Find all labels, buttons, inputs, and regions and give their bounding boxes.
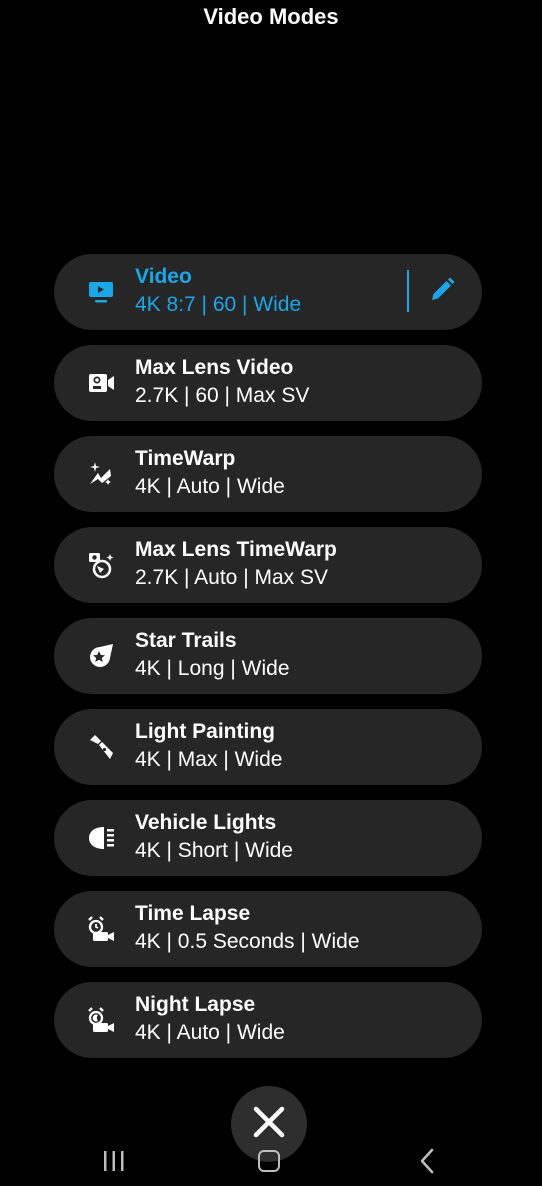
timewarp-icon [86,459,116,489]
max-lens-camera-icon [86,368,116,398]
mode-list: Video 4K 8:7 | 60 | Wide Max Lens Video … [54,254,482,1058]
page-title: Video Modes [203,4,339,29]
back-icon[interactable] [418,1148,436,1174]
headlight-icon [86,823,116,853]
mode-vehicle-lights[interactable]: Vehicle Lights 4K | Short | Wide [54,800,482,876]
screen-icon [86,277,116,307]
mode-max-lens-video[interactable]: Max Lens Video 2.7K | 60 | Max SV [54,345,482,421]
night-alarm-camera-icon [86,1005,116,1035]
alarm-camera-icon [86,914,116,944]
divider [407,270,409,312]
mode-settings: 4K | Short | Wide [135,839,293,862]
mode-settings: 4K | Auto | Wide [135,475,285,498]
edit-button[interactable] [426,276,458,308]
mode-settings: 2.7K | 60 | Max SV [135,384,310,407]
pencil-icon [427,275,457,310]
mode-name: Night Lapse [135,993,256,1016]
mode-night-lapse[interactable]: Night Lapse 4K | Auto | Wide [54,982,482,1058]
mode-name: Star Trails [135,629,237,652]
mode-name: Time Lapse [135,902,251,925]
recents-icon[interactable] [102,1150,126,1172]
mode-settings: 4K | Max | Wide [135,748,283,771]
mode-name: Light Painting [135,720,275,743]
mode-settings: 2.7K | Auto | Max SV [135,566,329,589]
mode-time-lapse[interactable]: Time Lapse 4K | 0.5 Seconds | Wide [54,891,482,967]
mode-video[interactable]: Video 4K 8:7 | 60 | Wide [54,254,482,330]
mode-star-trails[interactable]: Star Trails 4K | Long | Wide [54,618,482,694]
mode-light-painting[interactable]: Light Painting 4K | Max | Wide [54,709,482,785]
flashlight-icon [86,732,116,762]
mode-name: TimeWarp [135,447,236,470]
mode-name: Max Lens Video [135,356,294,379]
mode-name: Vehicle Lights [135,811,277,834]
mode-settings: 4K | 0.5 Seconds | Wide [135,930,360,953]
mode-settings: 4K 8:7 | 60 | Wide [135,293,302,316]
max-lens-timewarp-icon [86,550,116,580]
mode-name: Max Lens TimeWarp [135,538,337,561]
mode-max-lens-timewarp[interactable]: Max Lens TimeWarp 2.7K | Auto | Max SV [54,527,482,603]
shooting-star-icon [86,641,116,671]
mode-timewarp[interactable]: TimeWarp 4K | Auto | Wide [54,436,482,512]
system-navbar [0,1136,542,1186]
mode-settings: 4K | Auto | Wide [135,1021,285,1044]
mode-name: Video [135,265,192,288]
mode-settings: 4K | Long | Wide [135,657,290,680]
home-icon[interactable] [258,1150,280,1172]
